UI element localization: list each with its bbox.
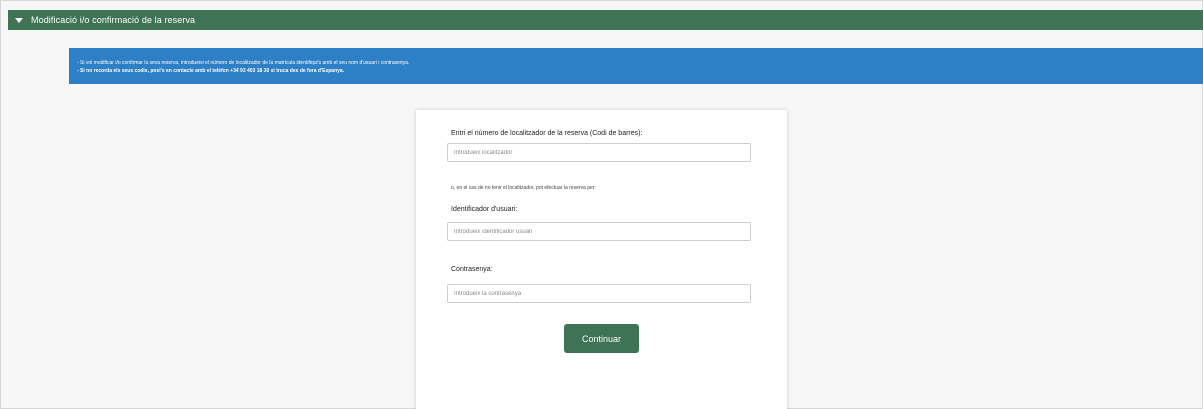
locator-input[interactable] <box>447 143 751 162</box>
banner-line-2: - Si no recorda els seus codis, posi's e… <box>77 68 345 74</box>
reservation-form-card: Entri el número de localitzador de la re… <box>416 110 787 409</box>
alternative-text: o, en el cas de no tenir el localitzador… <box>451 185 596 191</box>
user-id-input[interactable] <box>447 222 751 241</box>
user-id-label: Identificador d'usuari: <box>451 206 518 213</box>
info-banner: - Si vol modificar i/o confirmar la seva… <box>69 48 1203 84</box>
continue-button[interactable]: Continuar <box>564 324 639 353</box>
password-label: Contrasenya: <box>451 266 493 273</box>
caret-down-icon[interactable] <box>15 17 23 23</box>
section-title: Modificació i/o confirmació de la reserv… <box>31 15 196 25</box>
locator-label: Entri el número de localitzador de la re… <box>451 130 643 137</box>
password-input[interactable] <box>447 284 751 303</box>
banner-line-1: - Si vol modificar i/o confirmar la seva… <box>77 60 410 66</box>
section-header[interactable]: Modificació i/o confirmació de la reserv… <box>8 10 1203 30</box>
